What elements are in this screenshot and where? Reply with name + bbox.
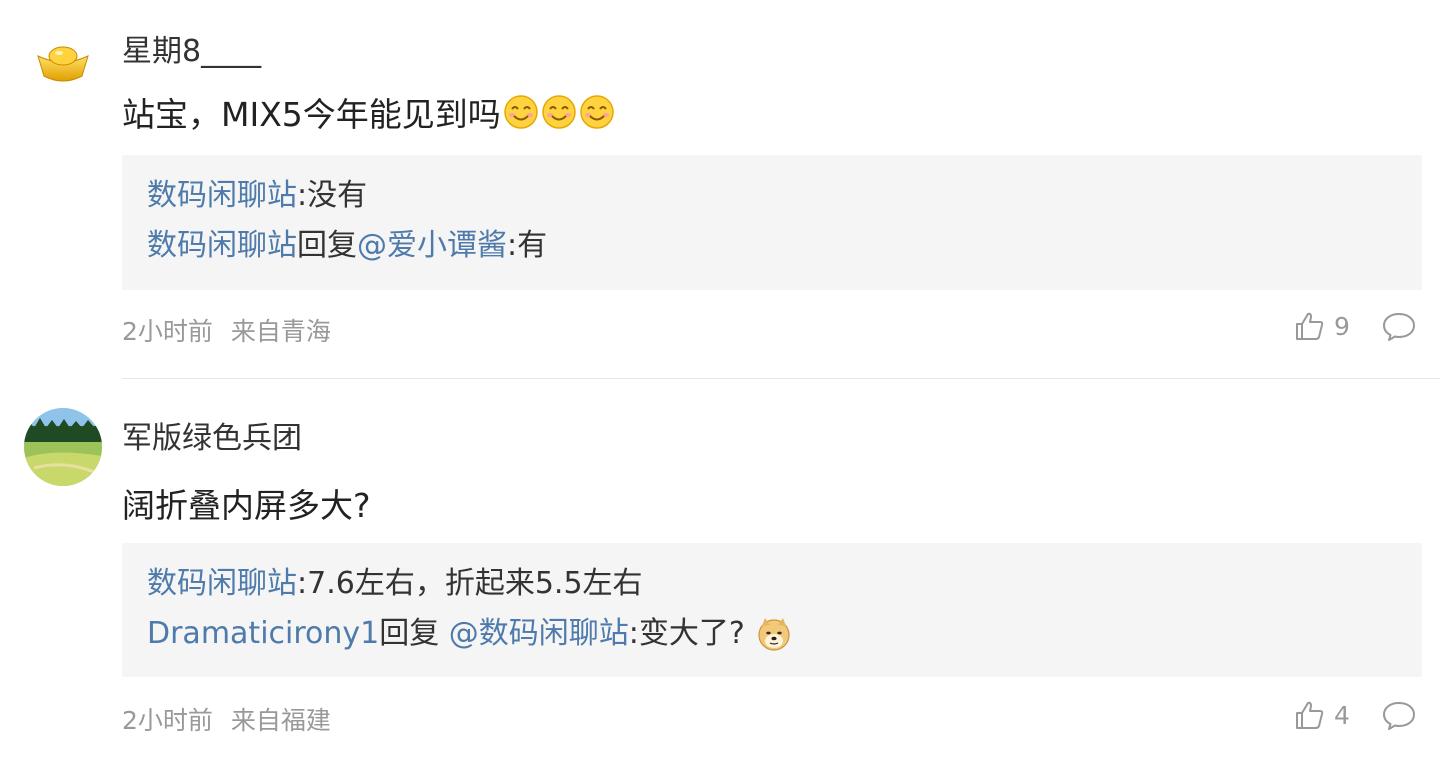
reply-action: 回复 [297, 228, 357, 263]
reply-line: 数码闲聊站 : 没有 [147, 171, 1397, 221]
like-button[interactable]: 4 [1294, 699, 1350, 731]
landscape-photo-avatar [24, 408, 102, 486]
doge-emoji [758, 618, 790, 651]
reply-box[interactable]: 数码闲聊站 : 7.6左右，折起来5.5左右 Dramaticirony1 回复… [122, 543, 1422, 677]
reply-line: 数码闲聊站 回复 @爱小谭酱 : 有 [147, 221, 1397, 271]
smiling-face-emoji [580, 95, 614, 129]
reply-author-link[interactable]: Dramaticirony1 [147, 609, 379, 659]
reply-line: Dramaticirony1 回复 @数码闲聊站 : 变大了? [147, 609, 1397, 659]
comment-body: 阔折叠内屏多大? [122, 486, 371, 525]
reply-separator: : [297, 178, 308, 213]
comment-meta: 2小时前 来自青海 [122, 312, 331, 348]
comment-item: 星期8____ 站宝，MIX5今年能见到吗 数码闲聊站: 没有 数码闲聊站 回… [0, 0, 1440, 378]
timestamp: 2小时前 [122, 706, 213, 735]
like-count: 9 [1334, 311, 1350, 341]
like-count: 4 [1334, 700, 1350, 730]
comment-text: 阔折叠内屏多大? [122, 479, 371, 527]
reply-text: 有 [517, 228, 548, 263]
reply-text: 变大了? [638, 616, 755, 651]
avatar[interactable] [24, 408, 102, 486]
reply-action: 回复 [379, 616, 449, 651]
mention-link[interactable]: @数码闲聊站 [449, 609, 629, 659]
reply-author-link[interactable]: 数码闲聊站 [147, 171, 297, 221]
reply-separator: : [297, 566, 308, 601]
reply-author-link[interactable]: 数码闲聊站 [147, 559, 297, 609]
username[interactable]: 星期8____ [122, 26, 261, 70]
location-text: 来自青海 [230, 317, 331, 346]
comment-item: 军版绿色兵团 阔折叠内屏多大? 数码闲聊站 : 7.6左右，折起来5.5左右 D… [0, 379, 1440, 763]
reply-separator: : [628, 616, 639, 651]
reply-text: 没有 [307, 178, 368, 213]
mention-link[interactable]: @爱小谭酱 [357, 221, 507, 271]
like-button[interactable]: 9 [1294, 310, 1350, 342]
comment-body: 站宝，MIX5今年能见到吗 [122, 95, 501, 134]
smiling-face-emoji [504, 95, 538, 129]
reply-text: 7.6左右，折起来5.5左右 [307, 566, 643, 601]
reply-line: 数码闲聊站 : 7.6左右，折起来5.5左右 [147, 559, 1397, 609]
location-text: 来自福建 [230, 706, 331, 735]
reply-separator: : [507, 228, 518, 263]
comment-meta: 2小时前 来自福建 [122, 701, 331, 737]
username[interactable]: 军版绿色兵团 [122, 413, 302, 457]
comment-bubble-icon[interactable] [1382, 701, 1416, 731]
thumbs-up-icon [1296, 312, 1324, 340]
comment-text: 站宝，MIX5今年能见到吗 [122, 88, 615, 136]
reply-author-link[interactable]: 数码闲聊站 [147, 221, 297, 271]
gold-ingot-icon [37, 46, 89, 82]
avatar[interactable] [24, 22, 102, 100]
smiling-face-emoji [542, 95, 576, 129]
reply-box[interactable]: 数码闲聊站 : 没有 数码闲聊站 回复 @爱小谭酱 : 有 [122, 155, 1422, 290]
timestamp: 2小时前 [122, 317, 213, 346]
comment-bubble-icon[interactable] [1382, 312, 1416, 342]
thumbs-up-icon [1296, 701, 1324, 729]
